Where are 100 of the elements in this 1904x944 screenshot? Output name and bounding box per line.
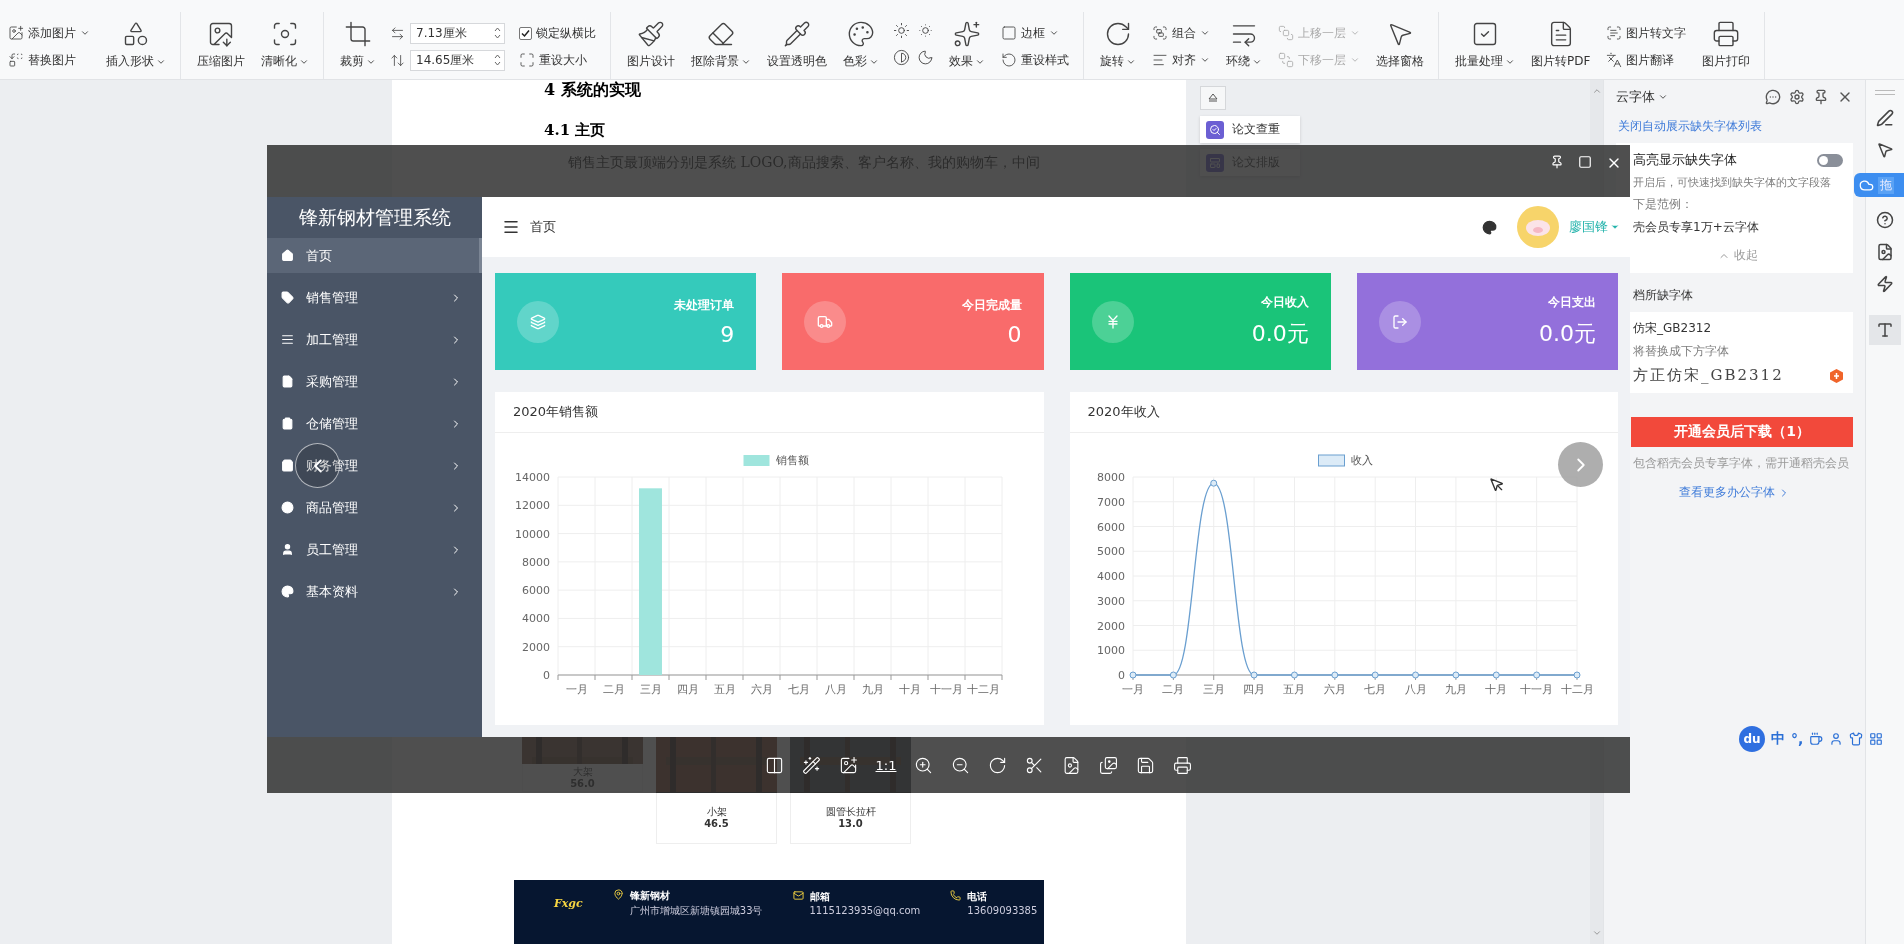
ribbon-button[interactable]: 图片转PDF [1529,18,1593,72]
ribbon-button[interactable]: 对齐 [1150,49,1212,71]
contact-detail: 13609093385 [967,905,1038,916]
size-field[interactable]: 7.13厘米 [410,22,505,44]
cursor-icon [1489,477,1505,493]
pin-icon[interactable] [1550,155,1564,169]
contrast-icon[interactable] [893,49,910,66]
axis-label: 6000 [522,584,550,598]
ribbon-button[interactable]: 图片打印 [1700,18,1753,72]
printer-icon[interactable] [1173,755,1193,775]
pin-icon[interactable] [1813,89,1829,105]
settings-icon[interactable] [1789,89,1805,105]
grid-icon[interactable] [1869,732,1884,746]
ribbon-button[interactable]: 旋转 [1098,18,1138,72]
scan-text-icon [1606,25,1623,41]
ribbon-button[interactable]: 重设样式 [999,49,1071,71]
ribbon-button[interactable]: 图片转文字 [1604,22,1689,44]
ribbon-button[interactable]: 插入形状 [104,18,168,72]
sidebar-item[interactable]: 商品管理 [267,490,482,525]
magic-wand-icon[interactable] [801,755,821,775]
axis-label: 2000 [1096,619,1125,633]
toggle-switch[interactable] [1817,153,1843,167]
ribbon-button[interactable]: 批量处理 [1453,18,1517,72]
square-icon [1001,25,1017,41]
clipboard-icon [281,417,294,430]
ime-key[interactable]: 中 [1771,730,1785,748]
ribbon-button[interactable]: 添加图片 [6,22,92,44]
drag-handle[interactable] [1875,90,1895,95]
axis-label: 5000 [1096,545,1125,559]
sun-icon[interactable] [893,22,910,39]
replace-icon [8,52,24,68]
ribbon-button[interactable]: 压缩图片 [195,18,247,72]
lightning-icon[interactable] [1876,275,1894,293]
size-field[interactable]: 14.65厘米 [410,49,505,71]
sun-dim-icon[interactable] [917,22,934,39]
sidebar-item[interactable]: 采购管理 [267,364,482,399]
ribbon-button[interactable]: 设置透明色 [765,18,829,72]
images-icon[interactable] [1099,755,1119,775]
ribbon-button[interactable]: 环绕 [1224,18,1264,72]
stat-label: 今日支出 [1548,294,1596,311]
axis-label: 九月 [1444,683,1467,696]
sidebar-item[interactable]: 仓储管理 [267,406,482,441]
spinner-icon[interactable] [494,26,501,40]
ime-key[interactable]: °, [1791,731,1804,747]
ribbon-button[interactable]: 图片设计 [625,18,677,72]
ribbon-button[interactable]: 抠除背景 [689,18,753,72]
sidebar-item[interactable]: 基本资料 [267,574,482,609]
ribbon-button[interactable]: 清晰化 [259,18,311,72]
sidebar-item[interactable]: 加工管理 [267,322,482,357]
sidebar-item[interactable]: 员工管理 [267,532,482,567]
caret-icon [1200,28,1210,38]
ribbon-button[interactable]: 选择窗格 [1374,18,1426,72]
rotate-icon[interactable] [988,755,1008,775]
text-tool-button[interactable] [1869,315,1901,345]
spinner-icon[interactable] [494,53,501,67]
palette-icon[interactable] [1482,219,1497,235]
zoom-in-icon[interactable] [914,755,934,775]
sidebar-item[interactable]: 首页 [267,238,482,273]
data-point [1451,671,1459,679]
panel-title[interactable]: 云字体 [1616,88,1668,106]
sidebar-item[interactable]: 销售管理 [267,280,482,315]
save-icon[interactable] [1136,755,1156,775]
shirt-icon[interactable] [1849,732,1864,746]
chat-icon[interactable] [1765,89,1781,105]
cursor-icon[interactable] [1876,141,1894,159]
help-icon[interactable] [1876,211,1894,229]
menu-icon[interactable] [502,218,520,236]
align-left-icon [1152,52,1168,68]
split-view-icon[interactable] [764,755,784,775]
cup-icon[interactable] [1809,732,1824,746]
ribbon-button[interactable]: 裁剪 [338,18,378,72]
file-image-icon[interactable] [1876,243,1894,261]
contact-detail: 广州市增城区新塘镇园城33号 [629,903,763,918]
ribbon-button[interactable]: 组合 [1150,22,1212,44]
pig-icon [1525,218,1551,236]
doc-tool-button[interactable]: 论文查重 [1200,116,1300,143]
ribbon-button[interactable]: 替换图片 [6,49,92,71]
badge-icon [1830,368,1843,383]
link[interactable]: 关闭自动展示缺失字体列表 [1618,118,1853,135]
focus-icon [271,20,299,48]
actual-size-button[interactable]: 1:1 [875,757,897,773]
ribbon-button[interactable]: 图片翻译 [1604,49,1689,71]
ribbon-button[interactable]: 效果 [947,18,987,72]
image-edit-icon[interactable] [838,755,858,775]
stat-label: 今日完成量 [961,296,1022,314]
axis-label: 3000 [1096,594,1125,608]
moon-icon[interactable] [917,49,934,66]
ribbon-button[interactable]: 重设大小 [517,49,598,71]
pen-icon[interactable] [1876,109,1894,127]
warning-text: 包含稻壳会员专享字体，需开通稻壳会员 [1633,455,1850,472]
person-icon[interactable] [1829,732,1844,746]
axis-label: 4000 [1096,570,1125,583]
ribbon-button[interactable]: 边框 [999,22,1071,44]
download-button[interactable]: 开通会员后下载（1） [1631,417,1853,447]
maximize-icon[interactable] [1578,155,1592,169]
ribbon-button[interactable]: 色彩 [841,18,881,72]
zoom-out-icon[interactable] [951,755,971,775]
checkbox[interactable]: 锁定纵横比 [517,22,598,44]
more-link[interactable]: 查看更多办公字体 [1616,484,1853,501]
crop-icon [344,20,372,48]
